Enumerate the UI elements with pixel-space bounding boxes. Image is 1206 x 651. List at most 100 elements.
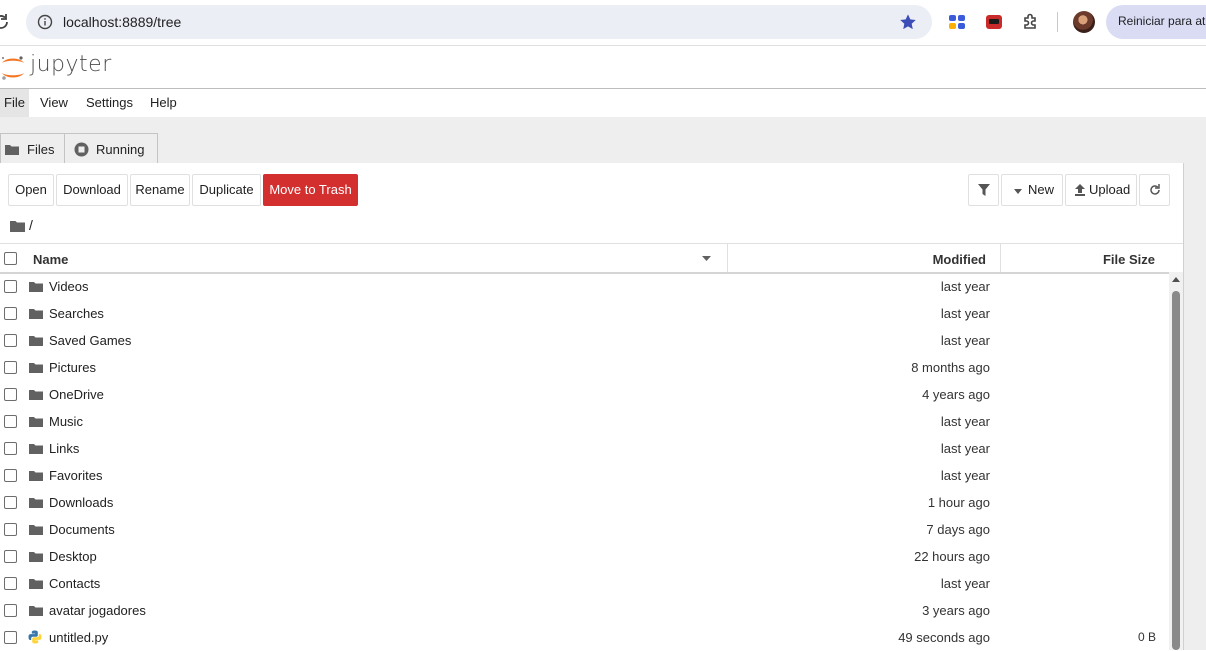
reload-icon[interactable] — [0, 13, 10, 31]
duplicate-button[interactable]: Duplicate — [192, 174, 261, 206]
row-checkbox[interactable] — [4, 577, 17, 590]
menu-help[interactable]: Help — [146, 89, 181, 117]
row-checkbox[interactable] — [4, 388, 17, 401]
column-size-header[interactable]: File Size — [1103, 252, 1155, 267]
url-text[interactable]: localhost:8889/tree — [63, 13, 181, 31]
address-bar[interactable]: localhost:8889/tree — [26, 5, 932, 39]
column-modified-header[interactable]: Modified — [933, 252, 986, 267]
file-row[interactable]: Searches last year — [0, 300, 1168, 327]
site-info-icon[interactable] — [37, 14, 53, 30]
file-row[interactable]: Links last year — [0, 435, 1168, 462]
file-name[interactable]: Saved Games — [49, 333, 131, 348]
file-name[interactable]: Pictures — [49, 360, 96, 375]
column-divider[interactable] — [727, 244, 728, 272]
tab-running[interactable]: Running — [64, 133, 158, 163]
upload-button-label: Upload — [1089, 182, 1131, 197]
file-row[interactable]: Contacts last year — [0, 570, 1168, 597]
row-checkbox[interactable] — [4, 496, 17, 509]
file-name[interactable]: Links — [49, 441, 79, 456]
menubar: File View Settings Help — [0, 88, 1206, 119]
row-checkbox[interactable] — [4, 334, 17, 347]
file-modified: last year — [940, 306, 990, 321]
file-name[interactable]: avatar jogadores — [49, 603, 146, 618]
row-checkbox[interactable] — [4, 550, 17, 563]
folder-icon — [29, 444, 43, 454]
file-name[interactable]: Documents — [49, 522, 115, 537]
file-modified: last year — [940, 414, 990, 429]
folder-icon — [29, 390, 43, 400]
row-checkbox[interactable] — [4, 280, 17, 293]
file-row[interactable]: untitled.py 49 seconds ago 0 B — [0, 624, 1168, 651]
download-button[interactable]: Download — [56, 174, 128, 206]
folder-icon — [29, 606, 43, 616]
menu-view[interactable]: View — [36, 89, 72, 117]
file-name[interactable]: untitled.py — [49, 630, 108, 645]
row-checkbox[interactable] — [4, 307, 17, 320]
select-all-checkbox[interactable] — [4, 252, 17, 265]
tab-files[interactable]: Files — [0, 133, 65, 163]
refresh-button[interactable] — [1139, 174, 1170, 206]
file-modified: last year — [940, 279, 990, 294]
toolbar-divider — [1057, 12, 1058, 32]
row-checkbox[interactable] — [4, 442, 17, 455]
folder-icon — [29, 309, 43, 319]
file-name[interactable]: Music — [49, 414, 83, 429]
breadcrumb-folder-icon[interactable] — [10, 220, 25, 232]
file-name[interactable]: Contacts — [49, 576, 100, 591]
file-name[interactable]: Favorites — [49, 468, 102, 483]
file-name[interactable]: Videos — [49, 279, 89, 294]
folder-icon — [29, 552, 43, 562]
file-name[interactable]: Desktop — [49, 549, 97, 564]
file-row[interactable]: Saved Games last year — [0, 327, 1168, 354]
refresh-icon — [1150, 184, 1160, 195]
file-row[interactable]: Downloads 1 hour ago — [0, 489, 1168, 516]
profile-avatar[interactable] — [1073, 11, 1095, 33]
scrollbar-thumb[interactable] — [1172, 291, 1180, 650]
extension-blue-icon[interactable] — [947, 12, 967, 32]
file-modified: 7 days ago — [926, 522, 990, 537]
menu-file[interactable]: File — [0, 89, 29, 117]
scroll-up-arrow-icon[interactable] — [1172, 277, 1180, 282]
file-row[interactable]: Desktop 22 hours ago — [0, 543, 1168, 570]
file-row[interactable]: Videos last year — [0, 273, 1168, 300]
file-row[interactable]: Music last year — [0, 408, 1168, 435]
row-checkbox[interactable] — [4, 361, 17, 374]
file-name[interactable]: Searches — [49, 306, 104, 321]
breadcrumb-root[interactable]: / — [29, 217, 33, 233]
file-row[interactable]: Favorites last year — [0, 462, 1168, 489]
row-checkbox[interactable] — [4, 523, 17, 536]
file-list-scrollbar[interactable] — [1169, 272, 1183, 650]
file-modified: 3 years ago — [922, 603, 990, 618]
row-checkbox[interactable] — [4, 631, 17, 644]
filter-button[interactable] — [968, 174, 999, 206]
extensions-puzzle-icon[interactable] — [1021, 12, 1041, 32]
file-name[interactable]: Downloads — [49, 495, 113, 510]
file-row[interactable]: Pictures 8 months ago — [0, 354, 1168, 381]
extension-red-icon[interactable] — [984, 12, 1004, 32]
move-to-trash-button[interactable]: Move to Trash — [263, 174, 358, 206]
file-row[interactable]: avatar jogadores 3 years ago — [0, 597, 1168, 624]
row-checkbox[interactable] — [4, 469, 17, 482]
row-checkbox[interactable] — [4, 415, 17, 428]
tab-files-label: Files — [27, 142, 55, 157]
rename-button[interactable]: Rename — [130, 174, 190, 206]
file-row[interactable]: OneDrive 4 years ago — [0, 381, 1168, 408]
upload-icon — [1075, 184, 1085, 196]
new-button[interactable]: New — [1001, 174, 1063, 206]
upload-button[interactable]: Upload — [1065, 174, 1137, 206]
folder-icon — [29, 579, 43, 589]
file-modified: 4 years ago — [922, 387, 990, 402]
file-name[interactable]: OneDrive — [49, 387, 104, 402]
menu-settings[interactable]: Settings — [82, 89, 137, 117]
file-row[interactable]: Documents 7 days ago — [0, 516, 1168, 543]
jupyter-wordmark[interactable]: jupyter — [30, 52, 112, 77]
restart-to-update-button[interactable]: Reiniciar para atu — [1106, 5, 1206, 39]
sort-caret-icon[interactable] — [702, 256, 711, 261]
jupyter-logo-icon[interactable] — [0, 54, 26, 82]
column-divider[interactable] — [1000, 244, 1001, 272]
column-name-header[interactable]: Name — [33, 252, 68, 267]
row-checkbox[interactable] — [4, 604, 17, 617]
open-button[interactable]: Open — [8, 174, 54, 206]
bookmark-star-icon[interactable] — [899, 13, 917, 31]
folder-icon — [5, 145, 19, 155]
